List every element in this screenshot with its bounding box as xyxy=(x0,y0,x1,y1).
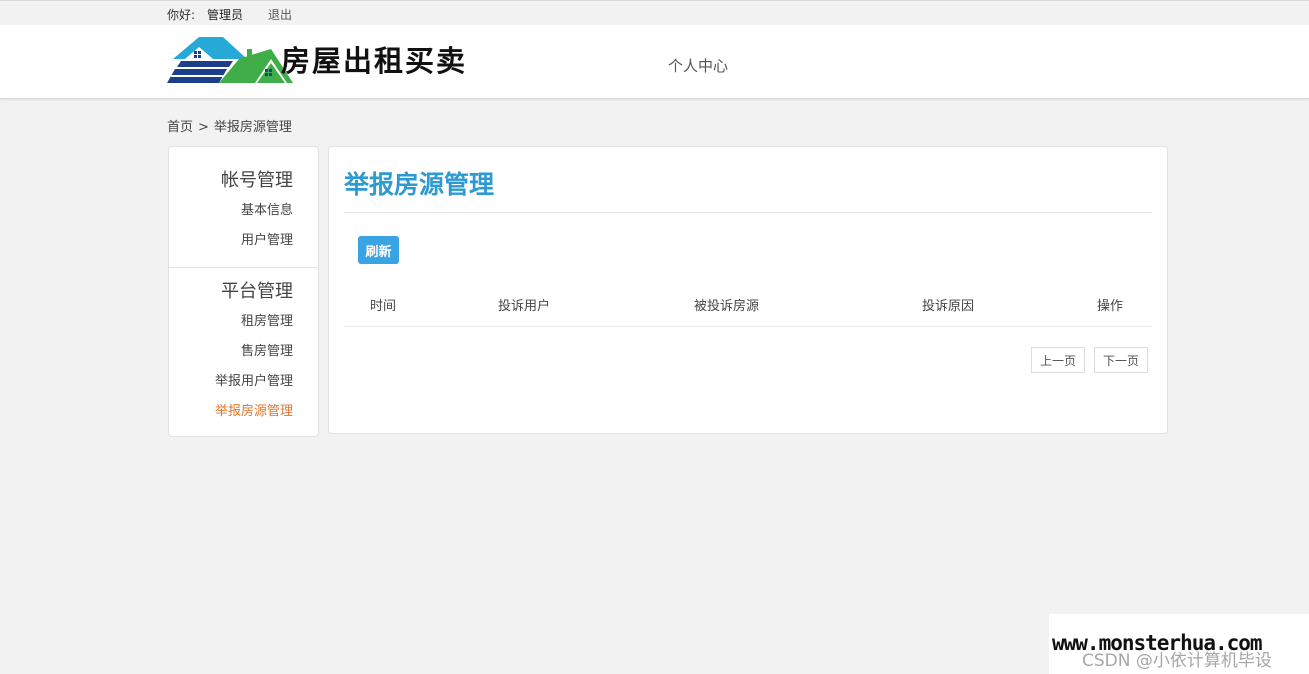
breadcrumb: 首页 > 举报房源管理 xyxy=(167,116,292,135)
column-header-action: 操作 xyxy=(1097,299,1124,314)
sidebar-item-report-house-management[interactable]: 举报房源管理 xyxy=(215,400,293,419)
table-header-divider xyxy=(344,326,1152,327)
top-bar: 你好: 管理员 退出 xyxy=(0,0,1309,25)
next-page-button[interactable]: 下一页 xyxy=(1094,347,1148,373)
column-header-reported-house: 被投诉房源 xyxy=(694,299,760,314)
username-label: 管理员 xyxy=(207,8,244,22)
watermark-csdn: CSDN @小依计算机毕设 xyxy=(1082,651,1272,671)
logout-link[interactable]: 退出 xyxy=(268,6,292,23)
title-divider xyxy=(344,212,1152,213)
site-title: 房屋出租买卖 xyxy=(281,44,468,78)
sidebar-group-platform: 平台管理 xyxy=(221,281,293,302)
site-header: 房屋出租买卖 个人中心 xyxy=(0,25,1309,99)
breadcrumb-current: 举报房源管理 xyxy=(213,120,292,135)
sidebar-item-basic-info[interactable]: 基本信息 xyxy=(241,199,293,218)
house-logo-icon xyxy=(167,37,293,83)
main-panel: 举报房源管理 刷新 时间 投诉用户 被投诉房源 投诉原因 操作 上一页 下一页 xyxy=(328,146,1168,434)
sidebar-item-report-user-management[interactable]: 举报用户管理 xyxy=(215,370,293,389)
sidebar-group-account: 帐号管理 xyxy=(221,170,293,191)
prev-page-button[interactable]: 上一页 xyxy=(1031,347,1085,373)
breadcrumb-home[interactable]: 首页 xyxy=(167,120,193,135)
column-header-reason: 投诉原因 xyxy=(922,299,975,314)
sidebar: 帐号管理 基本信息 用户管理 平台管理 租房管理 售房管理 举报用户管理 举报房… xyxy=(168,146,319,437)
page-title: 举报房源管理 xyxy=(344,170,495,199)
sidebar-item-user-management[interactable]: 用户管理 xyxy=(241,229,293,248)
greeting-label: 你好: xyxy=(167,8,196,22)
nav-personal-center[interactable]: 个人中心 xyxy=(668,55,728,76)
column-header-complainant: 投诉用户 xyxy=(498,299,551,314)
column-header-time: 时间 xyxy=(370,299,397,314)
sidebar-item-rental-management[interactable]: 租房管理 xyxy=(241,310,293,329)
sidebar-item-sale-management[interactable]: 售房管理 xyxy=(241,340,293,359)
breadcrumb-separator: > xyxy=(198,120,209,135)
refresh-button[interactable]: 刷新 xyxy=(358,236,399,264)
sidebar-divider xyxy=(169,267,318,268)
